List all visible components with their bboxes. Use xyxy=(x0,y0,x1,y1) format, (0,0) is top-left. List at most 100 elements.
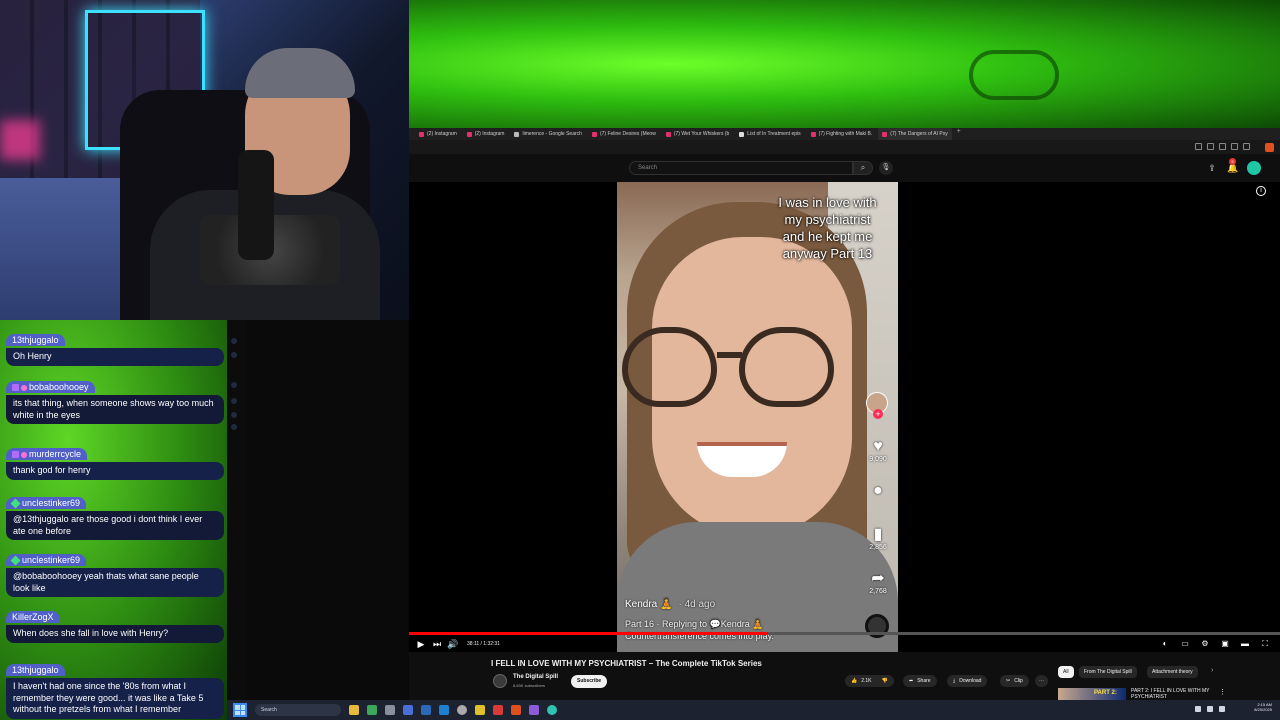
browser-tab[interactable]: (7) Wet Your Whiskers (b xyxy=(662,128,733,140)
clock[interactable]: 2:15 AM 8/25/2025 xyxy=(1254,702,1272,712)
subscribe-button[interactable]: Subscribe xyxy=(571,675,608,688)
app-icon[interactable] xyxy=(403,705,413,715)
browser-toolbar xyxy=(409,140,1280,154)
microphone-icon: 🎙 xyxy=(881,164,891,171)
recommended-title[interactable]: PART 2: I FELL IN LOVE WITH MY PSYCHIATR… xyxy=(1131,688,1221,700)
chat-message: unclestinker69 @13thjuggalo are those goo… xyxy=(6,493,224,540)
follow-plus-icon: + xyxy=(873,409,883,419)
voice-search-button[interactable]: 🎙 xyxy=(879,161,893,175)
chat-username[interactable]: murderrcycle xyxy=(6,448,88,460)
volume-icon[interactable] xyxy=(1219,706,1225,712)
thumbs-down-icon[interactable]: 👎 xyxy=(882,675,888,687)
progress-played xyxy=(409,632,768,635)
chip-attachment-theory[interactable]: Attachment theory xyxy=(1147,666,1198,678)
app-icon[interactable] xyxy=(529,705,539,715)
app-icon[interactable] xyxy=(439,705,449,715)
autoplay-toggle-icon[interactable]: ◐ xyxy=(1160,639,1170,648)
browser-tab[interactable]: (2) Instagram xyxy=(463,128,509,140)
chevron-right-icon[interactable]: › xyxy=(1211,667,1213,674)
steam-icon[interactable] xyxy=(421,705,431,715)
chevron-up-icon[interactable] xyxy=(1195,706,1201,712)
search-icon: ⌕ xyxy=(860,163,866,172)
download-button[interactable]: ⤓ Download xyxy=(947,675,988,687)
chat-message: 13thjuggalo I haven't had one since the '… xyxy=(6,660,224,719)
share-label: Share xyxy=(917,678,931,684)
video-player[interactable]: I was in love with my psychiatrist and h… xyxy=(409,182,1280,652)
extension-icon[interactable] xyxy=(1219,143,1226,150)
brave-browser-icon[interactable] xyxy=(511,705,521,715)
app-icon[interactable] xyxy=(457,705,467,715)
app-icon[interactable] xyxy=(547,705,557,715)
miniplayer-icon[interactable]: ▣ xyxy=(1220,639,1230,648)
chip-from-channel[interactable]: From The Digital Spill xyxy=(1079,666,1137,678)
tab-favicon-icon xyxy=(665,131,671,137)
heart-icon: ♥ xyxy=(873,438,883,455)
fullscreen-icon[interactable]: ⛶ xyxy=(1260,639,1270,648)
browser-tab[interactable]: limerence - Google Search xyxy=(510,128,585,140)
browser-tab[interactable]: (2) Instagram xyxy=(415,128,461,140)
windows-start-icon[interactable] xyxy=(233,703,247,717)
next-icon[interactable]: ⏭ xyxy=(429,639,445,650)
app-icon[interactable] xyxy=(493,705,503,715)
chat-message: 13thjuggalo Oh Henry xyxy=(6,330,224,366)
chat-username[interactable]: unclestinker69 xyxy=(6,497,87,509)
app-icon[interactable] xyxy=(367,705,377,715)
chat-message: KillerZogX When does she fall in love wit… xyxy=(6,607,224,643)
app-icon[interactable] xyxy=(475,705,485,715)
chat-username[interactable]: 13thjuggalo xyxy=(6,664,65,676)
like-count-label: 2.1K xyxy=(861,678,872,684)
chat-username[interactable]: 13thjuggalo xyxy=(6,334,65,346)
settings-gear-icon[interactable]: ⚙ xyxy=(1200,639,1210,648)
network-icon[interactable] xyxy=(1207,706,1213,712)
share-button[interactable]: ➦ Share xyxy=(903,675,937,687)
strip-dot xyxy=(231,352,237,358)
channel-name[interactable]: The Digital Spill xyxy=(513,674,558,680)
more-actions-button[interactable]: ⋯ xyxy=(1035,675,1048,687)
browser-tab[interactable]: (7) Fighting with Maki B. xyxy=(807,128,877,140)
video-caption: I was in love with my psychiatrist and h… xyxy=(778,195,877,261)
chat-username[interactable]: KillerZogX xyxy=(6,611,60,623)
tab-label: (7) Wet Your Whiskers (b xyxy=(673,131,730,137)
app-icon[interactable] xyxy=(385,705,395,715)
chat-text: I haven't had one since the '80s from wh… xyxy=(6,678,224,719)
subtitles-icon[interactable]: ▭ xyxy=(1180,639,1190,648)
browser-tab[interactable]: List of In Treatment epis xyxy=(735,128,804,140)
like-button[interactable]: 👍 2.1K 👎 xyxy=(845,675,894,687)
progress-bar[interactable] xyxy=(409,632,1280,635)
chip-all[interactable]: All xyxy=(1058,666,1074,678)
username-text: 13thjuggalo xyxy=(12,335,59,345)
chat-message: unclestinker69 @bobaboohooey yeah thats w… xyxy=(6,550,224,597)
browser-tab[interactable]: (7) The Dangers of AI Psy xyxy=(878,128,952,140)
chat-username[interactable]: unclestinker69 xyxy=(6,554,87,566)
brave-shield-icon[interactable] xyxy=(1265,143,1274,152)
volume-icon[interactable]: 🔊 xyxy=(445,639,461,650)
clip-button[interactable]: ✂ Clip xyxy=(1000,675,1029,687)
search-input[interactable]: Search xyxy=(629,161,853,175)
theater-mode-icon[interactable]: ▬ xyxy=(1240,639,1250,648)
extension-icon[interactable] xyxy=(1231,143,1238,150)
save-count: 2,856 xyxy=(869,544,887,551)
channel-avatar[interactable] xyxy=(493,674,507,688)
glasses-graphic xyxy=(969,50,1059,100)
tab-favicon-icon xyxy=(514,131,520,137)
strip-dot xyxy=(231,398,237,404)
new-tab-button[interactable]: + xyxy=(954,128,964,140)
taskbar-search[interactable]: Search xyxy=(255,704,341,716)
file-explorer-icon[interactable] xyxy=(349,705,359,715)
extension-icon[interactable] xyxy=(1243,143,1250,150)
more-dots-icon: ⋯ xyxy=(1039,678,1044,684)
play-icon[interactable]: ▶ xyxy=(413,639,429,650)
more-vert-icon[interactable]: ⋮ xyxy=(1219,688,1226,696)
extension-icon[interactable] xyxy=(1207,143,1214,150)
browser-tab[interactable]: (7) Feline Desires (Meow xyxy=(588,128,660,140)
account-avatar[interactable] xyxy=(1247,161,1261,175)
create-icon[interactable]: ⇪ xyxy=(1207,163,1217,173)
moderator-sword-icon xyxy=(10,498,21,509)
info-icon[interactable]: i xyxy=(1256,186,1266,196)
post-age: · 4d ago xyxy=(678,599,716,610)
download-icon: ⤓ xyxy=(953,678,956,684)
extension-icon[interactable] xyxy=(1195,143,1202,150)
search-button[interactable]: ⌕ xyxy=(853,161,873,175)
tab-label: List of In Treatment epis xyxy=(747,131,801,137)
chat-username[interactable]: bobaboohooey xyxy=(6,381,95,393)
